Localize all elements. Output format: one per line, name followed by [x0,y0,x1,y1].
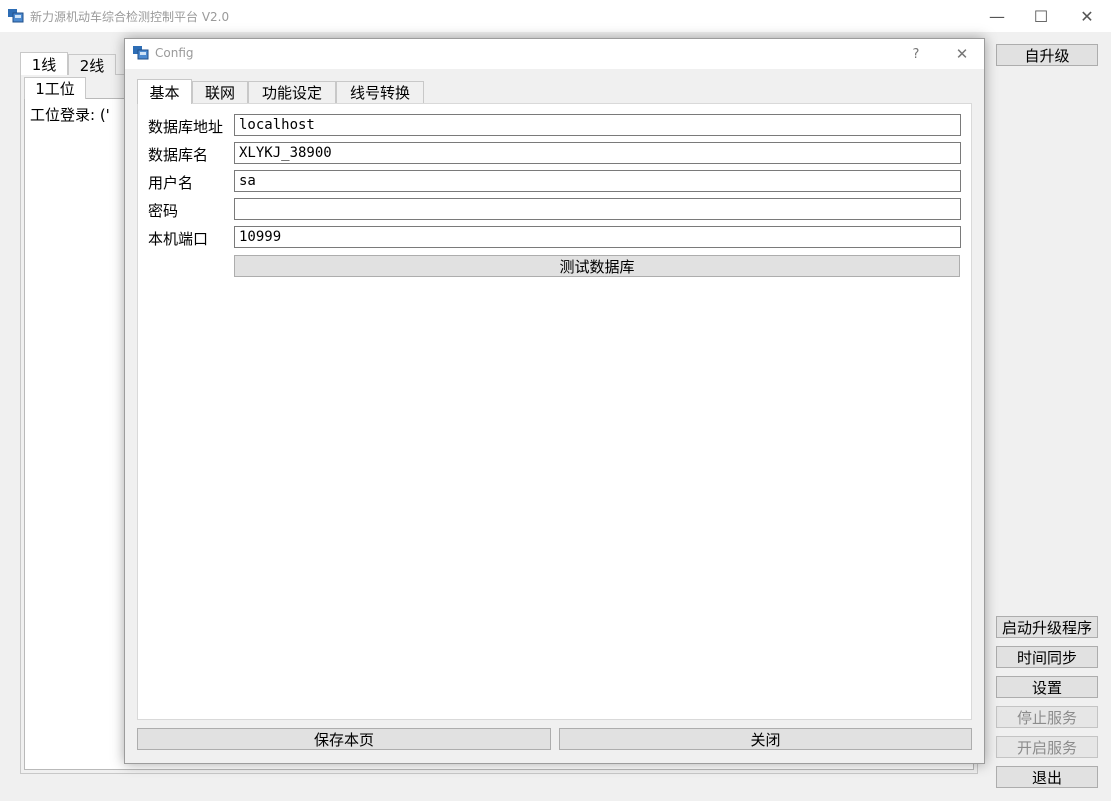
dialog-title-bar: Config ? ✕ [125,39,984,69]
close-button[interactable]: ✕ [1064,0,1110,32]
save-page-button[interactable]: 保存本页 [137,728,551,750]
username-label: 用户名 [148,174,194,192]
tab-function-settings[interactable]: 功能设定 [248,81,336,103]
tab-basic[interactable]: 基本 [137,79,192,104]
password-label: 密码 [148,202,179,220]
app-icon [8,9,24,23]
close-dialog-button[interactable]: 关闭 [559,728,972,750]
config-tab-pane [137,103,972,720]
start-service-button[interactable]: 开启服务 [996,736,1098,758]
tab-network[interactable]: 联网 [192,81,248,103]
config-dialog: Config ? ✕ 基本 联网 功能设定 线号转换 数据库地址 数据库名 用户… [124,38,985,764]
db-address-input[interactable] [234,114,961,136]
start-upgrade-button[interactable]: 启动升级程序 [996,616,1098,638]
local-port-input[interactable] [234,226,961,248]
main-title-bar: 新力源机动车综合检测控制平台 V2.0 — ☐ ✕ [0,0,1111,32]
dialog-close-button[interactable]: ✕ [940,39,984,69]
db-name-input[interactable] [234,142,961,164]
username-input[interactable] [234,170,961,192]
window-title: 新力源机动车综合检测控制平台 V2.0 [30,10,230,24]
password-input[interactable] [234,198,961,220]
dialog-title: Config [155,46,194,60]
test-database-button[interactable]: 测试数据库 [234,255,960,277]
tab-line-1[interactable]: 1线 [20,52,68,75]
local-port-label: 本机端口 [148,230,209,248]
tab-line-number-conversion[interactable]: 线号转换 [336,81,424,103]
station-login-text: 工位登录: (' [30,106,110,124]
settings-button[interactable]: 设置 [996,676,1098,698]
tab-station-1[interactable]: 1工位 [24,77,86,99]
help-button[interactable]: ? [894,39,938,69]
exit-button[interactable]: 退出 [996,766,1098,788]
app-icon [133,46,149,60]
stop-service-button[interactable]: 停止服务 [996,706,1098,728]
db-address-label: 数据库地址 [148,118,224,136]
time-sync-button[interactable]: 时间同步 [996,646,1098,668]
minimize-button[interactable]: — [974,0,1020,32]
db-name-label: 数据库名 [148,146,209,164]
maximize-button[interactable]: ☐ [1018,0,1064,32]
tab-line-2[interactable]: 2线 [68,54,116,75]
self-upgrade-button[interactable]: 自升级 [996,44,1098,66]
